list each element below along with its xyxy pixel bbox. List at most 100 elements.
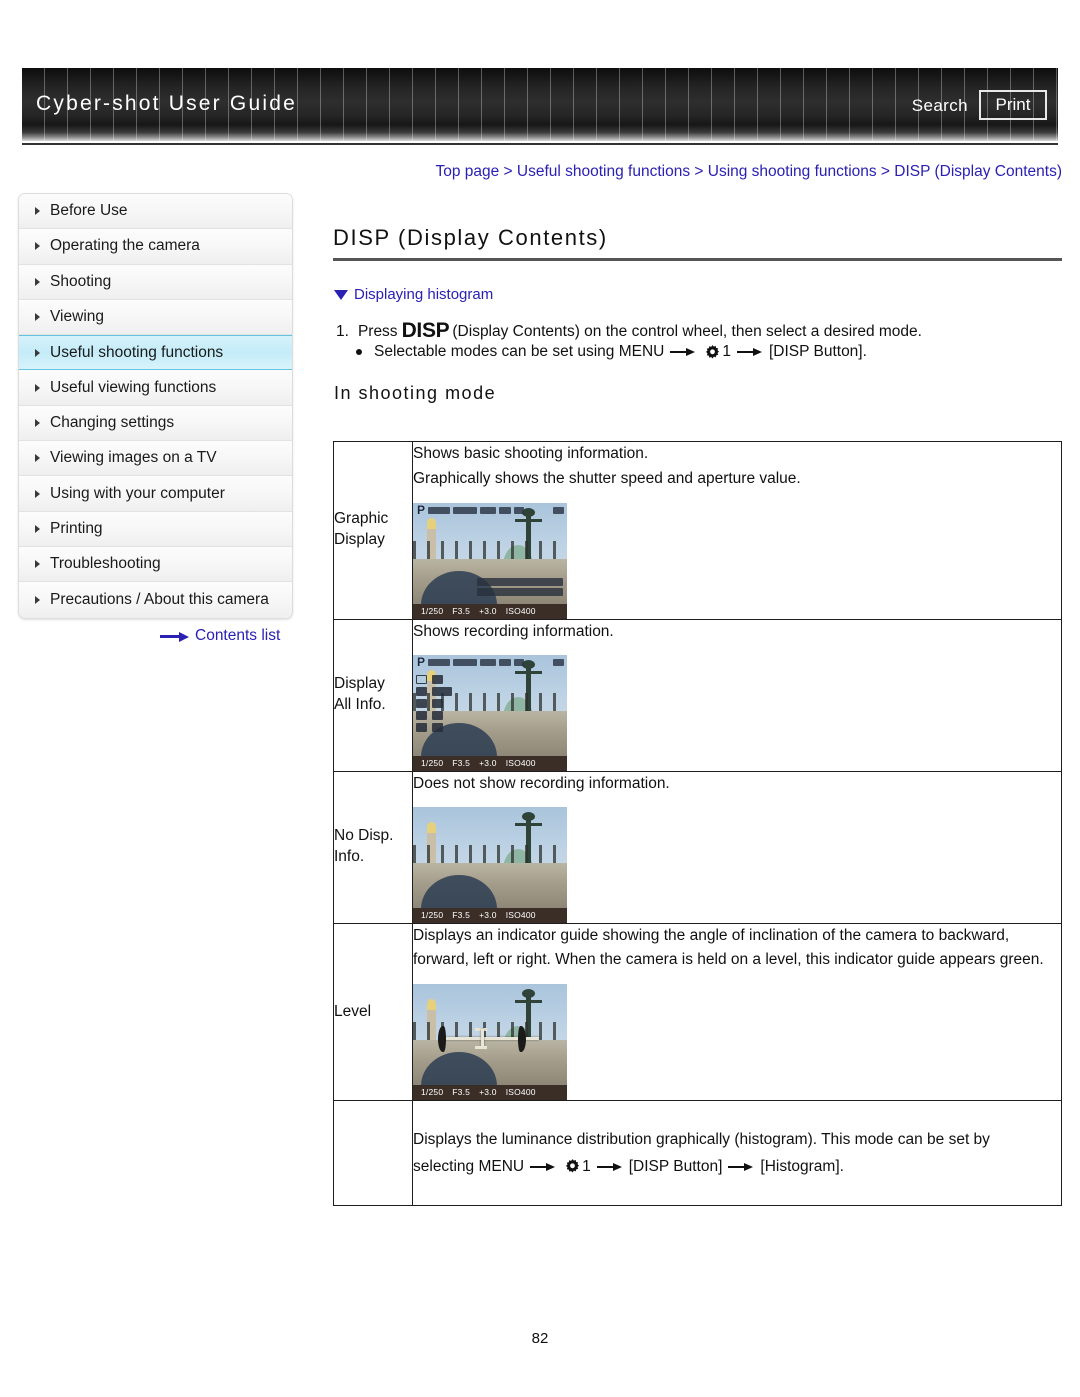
arrow-right-icon bbox=[670, 347, 696, 357]
sidebar-item-label: Printing bbox=[50, 519, 103, 537]
icon-row bbox=[416, 674, 452, 684]
indicator-chip bbox=[514, 506, 525, 514]
sidebar-item-label: Useful shooting functions bbox=[50, 343, 224, 361]
indicator-chip bbox=[453, 658, 478, 666]
aperture-value: F3.5 bbox=[452, 605, 471, 616]
sidebar-nav: Before Use Operating the camera Shooting… bbox=[18, 193, 293, 619]
description-line: Does not show recording information. bbox=[413, 774, 670, 792]
iso-value: ISO400 bbox=[505, 1087, 536, 1098]
sidebar-item-label: Troubleshooting bbox=[50, 555, 161, 573]
description-line: Displays an indicator guide showing the … bbox=[413, 927, 1044, 969]
chevron-right-icon bbox=[35, 595, 40, 604]
sidebar-item-using-with-your-computer[interactable]: Using with your computer bbox=[19, 476, 292, 512]
aperture-value: F3.5 bbox=[452, 757, 471, 768]
section-heading: In shooting mode bbox=[334, 383, 497, 403]
graphic-exposure-bars bbox=[477, 577, 563, 599]
table-cell-mode-name: Display All Info. bbox=[333, 618, 413, 772]
exposure-comp-icon bbox=[432, 686, 452, 696]
sidebar-item-troubleshooting[interactable]: Troubleshooting bbox=[19, 546, 292, 583]
table-row: No Disp. Info. Does not show recording i… bbox=[333, 770, 1062, 925]
header-divider bbox=[22, 143, 1058, 145]
chevron-right-icon bbox=[35, 383, 40, 392]
chevron-right-icon bbox=[35, 560, 40, 569]
level-indicator-guide bbox=[413, 984, 567, 1100]
battery-icon bbox=[553, 506, 565, 514]
level-center-bottom bbox=[474, 1045, 487, 1049]
sidebar-item-useful-viewing-functions[interactable]: Useful viewing functions bbox=[19, 370, 292, 406]
face-detection-icon bbox=[416, 722, 427, 732]
sidebar-item-before-use[interactable]: Before Use bbox=[19, 194, 292, 230]
table-cell-mode-name: No Disp. Info. bbox=[333, 770, 413, 925]
camera-left-icon-column bbox=[416, 674, 452, 732]
indicator-chip bbox=[514, 658, 525, 666]
sidebar-item-shooting[interactable]: Shooting bbox=[19, 264, 292, 300]
indicator-chip bbox=[428, 658, 451, 666]
display-modes-table: Graphic Display Shows basic shooting inf… bbox=[333, 441, 1062, 1207]
bullet-icon bbox=[356, 349, 362, 355]
disp-button-glyph: DISP bbox=[401, 319, 450, 342]
description-line: Shows recording information. bbox=[413, 622, 614, 640]
displaying-histogram-link[interactable]: Displaying histogram bbox=[334, 286, 493, 303]
note-text-before: Selectable modes can be set using MENU bbox=[374, 343, 665, 360]
indicator-chip bbox=[499, 506, 512, 514]
search-button[interactable]: Search bbox=[912, 96, 968, 116]
sidebar-item-label: Operating the camera bbox=[50, 237, 200, 255]
sidebar-item-operating-the-camera[interactable]: Operating the camera bbox=[19, 229, 292, 265]
camera-status-bar: 1/250 F3.5 +3.0 ISO400 bbox=[413, 755, 567, 771]
icon-row bbox=[416, 710, 452, 720]
mode-name-line2: Info. bbox=[334, 848, 365, 866]
sidebar-item-changing-settings[interactable]: Changing settings bbox=[19, 405, 292, 442]
camera-screen-no-disp-info: 1/250 F3.5 +3.0 ISO400 bbox=[413, 807, 567, 923]
camera-status-bar: 1/250 F3.5 +3.0 ISO400 bbox=[413, 908, 567, 923]
sidebar-item-precautions-about-this-camera[interactable]: Precautions / About this camera bbox=[19, 582, 292, 618]
breadcrumb[interactable]: Top page > Useful shooting functions > U… bbox=[333, 163, 1062, 181]
arrow-right-icon bbox=[160, 631, 190, 642]
table-cell-description: Shows recording information. P 1/250 F3.… bbox=[412, 618, 1062, 772]
description-line-with-icons: selecting MENU 1 [DISP Button] [Histogra… bbox=[413, 1155, 1061, 1178]
camera-screen-level: 1/250 F3.5 +3.0 ISO400 bbox=[413, 984, 567, 1101]
camera-top-indicator-bar: P bbox=[413, 503, 567, 518]
aperture-value: F3.5 bbox=[452, 1087, 471, 1098]
level-right-marker bbox=[517, 1025, 526, 1052]
contents-list-link[interactable]: Contents list bbox=[160, 627, 280, 645]
step-number: 1. bbox=[336, 323, 349, 340]
mode-name-line1: Level bbox=[334, 1002, 372, 1020]
level-left-marker bbox=[437, 1025, 446, 1052]
triangle-down-icon bbox=[334, 289, 348, 300]
print-button[interactable]: Print bbox=[979, 90, 1047, 120]
step-text-after: (Display Contents) on the control wheel,… bbox=[452, 323, 922, 340]
table-cell-description: Shows basic shooting information. Graphi… bbox=[412, 441, 1062, 620]
icon-row bbox=[416, 698, 452, 708]
arrow-right-icon bbox=[530, 1162, 556, 1172]
white-balance-icon bbox=[416, 698, 427, 708]
sidebar-item-label: Using with your computer bbox=[50, 484, 225, 502]
chevron-right-icon bbox=[35, 454, 40, 463]
indicator-chip bbox=[453, 506, 478, 514]
gear-icon bbox=[704, 344, 721, 361]
description-line: Shows basic shooting information. bbox=[413, 445, 649, 462]
camera-screen-graphic-display: P 1/250 F3.5 +3.0 ISO400 bbox=[413, 502, 567, 619]
sidebar-item-label: Viewing bbox=[50, 308, 105, 326]
step-one-instruction: 1. Press DISP (Display Contents) on the … bbox=[336, 318, 922, 342]
table-cell-description: Displays the luminance distribution grap… bbox=[412, 1100, 1062, 1207]
table-row: Display All Info. Shows recording inform… bbox=[333, 618, 1062, 772]
sidebar-item-label: Changing settings bbox=[50, 413, 175, 431]
sidebar-item-viewing-images-on-a-tv[interactable]: Viewing images on a TV bbox=[19, 441, 292, 477]
metering-icon bbox=[432, 674, 443, 684]
histogram-ref: [Histogram]. bbox=[760, 1158, 844, 1176]
note-text-after: [DISP Button]. bbox=[768, 343, 867, 360]
indicator-chip bbox=[480, 658, 497, 666]
icon-row bbox=[416, 686, 452, 696]
indicator-chip bbox=[499, 658, 512, 666]
camera-status-bar: 1/250 F3.5 +3.0 ISO400 bbox=[413, 603, 567, 619]
chevron-right-icon bbox=[35, 242, 40, 251]
table-row: Level Displays an indicator guide showin… bbox=[333, 922, 1062, 1102]
indicator-chip bbox=[428, 506, 451, 514]
mode-name-line1: No Disp. bbox=[334, 827, 394, 845]
sidebar-item-useful-shooting-functions[interactable]: Useful shooting functions bbox=[19, 335, 292, 371]
table-cell-mode-name: Level bbox=[333, 922, 413, 1102]
sidebar-item-viewing[interactable]: Viewing bbox=[19, 299, 292, 336]
disp-button-ref: [DISP Button] bbox=[628, 1158, 723, 1176]
arrow-right-icon bbox=[728, 1162, 754, 1172]
sidebar-item-printing[interactable]: Printing bbox=[19, 511, 292, 547]
